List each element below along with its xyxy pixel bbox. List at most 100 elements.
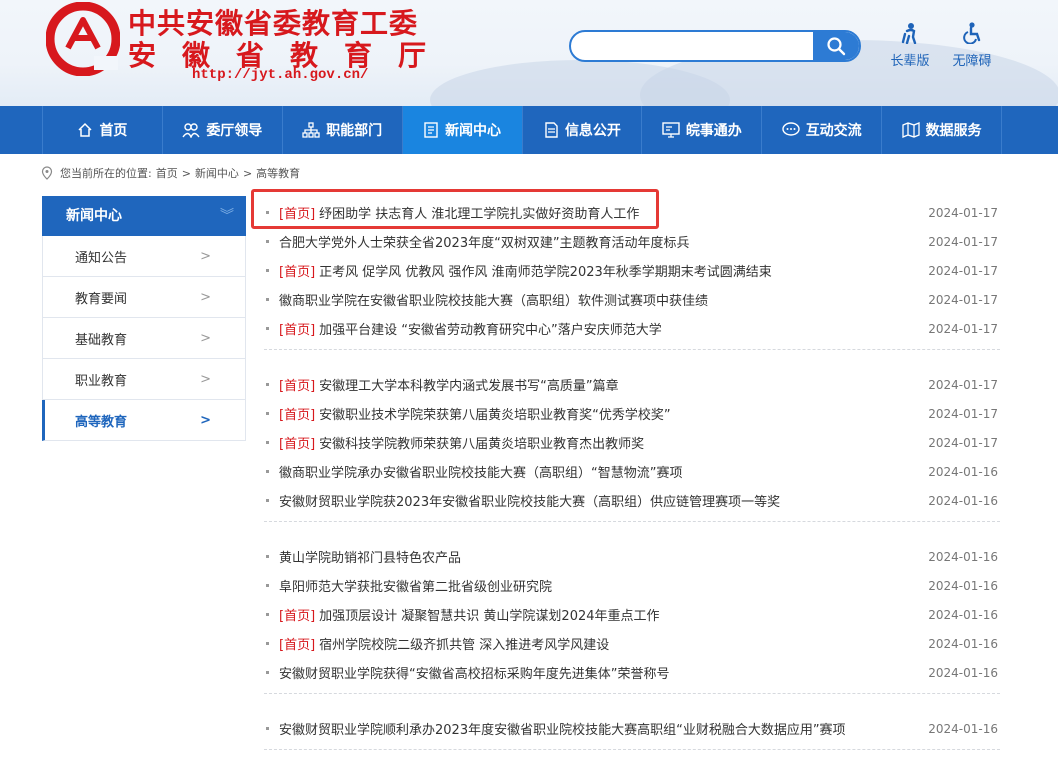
search-input[interactable] bbox=[579, 35, 807, 57]
nav-item-label: 互动交流 bbox=[805, 123, 862, 139]
leaders-icon bbox=[182, 123, 200, 138]
news-title-link[interactable]: 徽商职业学院承办安徽省职业院校技能大赛（高职组）“智慧物流”赛项 bbox=[279, 462, 682, 481]
news-tag: [首页] bbox=[279, 437, 316, 452]
nav-item-news[interactable]: 新闻中心 bbox=[402, 106, 523, 154]
nav-item-label: 数据服务 bbox=[925, 123, 982, 139]
news-row[interactable]: 安徽财贸职业学院获2023年安徽省职业院校技能大赛（高职组）供应链管理赛项一等奖… bbox=[264, 486, 1000, 515]
news-title-link[interactable]: 黄山学院助销祁门县特色农产品 bbox=[279, 547, 461, 566]
accessibility-button[interactable]: 无障碍 bbox=[947, 22, 997, 69]
news-title-link[interactable]: 阜阳师范大学获批安徽省第二批省级创业研究院 bbox=[279, 576, 552, 595]
news-date: 2024-01-16 bbox=[928, 721, 998, 736]
news-icon bbox=[424, 122, 438, 138]
home-icon bbox=[78, 122, 92, 137]
news-date: 2024-01-17 bbox=[928, 406, 998, 421]
news-row[interactable]: [首页] 安徽职业技术学院荣获第八届黄炎培职业教育奖“优秀学校奖” 2024-01-… bbox=[264, 399, 1000, 428]
org-chart-icon bbox=[302, 122, 320, 138]
news-title-link[interactable]: 安徽理工大学本科教学内涵式发展书写“高质量”篇章 bbox=[319, 375, 618, 394]
news-group: [首页] 纾困助学 扶志育人 淮北理工学院扎实做好资助育人工作 2024-01-17… bbox=[264, 198, 1000, 350]
sidebar-item-label: 职业教育 bbox=[75, 373, 128, 389]
news-title-link[interactable]: 安徽财贸职业学院顺利承办2023年度安徽省职业院校技能大赛高职组“业财税融合大数… bbox=[279, 719, 846, 738]
news-date: 2024-01-17 bbox=[928, 205, 998, 220]
breadcrumb-current[interactable]: 高等教育 bbox=[256, 165, 300, 181]
sidebar-item-higher-education[interactable]: 高等教育 > bbox=[42, 400, 246, 441]
news-row[interactable]: [首页] 纾困助学 扶志育人 淮北理工学院扎实做好资助育人工作 2024-01-17 bbox=[264, 198, 1000, 227]
nav-item-label: 首页 bbox=[99, 123, 128, 139]
news-date: 2024-01-16 bbox=[928, 607, 998, 622]
news-title-link[interactable]: 加强顶层设计 凝聚智慧共识 黄山学院谋划2024年重点工作 bbox=[319, 605, 659, 624]
nav-item-label: 皖事通办 bbox=[685, 123, 742, 139]
news-row[interactable]: 安徽财贸职业学院顺利承办2023年度安徽省职业院校技能大赛高职组“业财税融合大数… bbox=[264, 714, 1000, 743]
news-row[interactable]: [首页] 正考风 促学风 优教风 强作风 淮南师范学院2023年秋季学期期末考试圆… bbox=[264, 256, 1000, 285]
news-tag: [首页] bbox=[279, 265, 316, 280]
news-title-link[interactable]: 徽商职业学院在安徽省职业院校技能大赛（高职组）软件测试赛项中获佳绩 bbox=[279, 290, 708, 309]
news-row[interactable]: 徽商职业学院承办安徽省职业院校技能大赛（高职组）“智慧物流”赛项 2024-01-… bbox=[264, 457, 1000, 486]
news-row[interactable]: [首页] 安徽理工大学本科教学内涵式发展书写“高质量”篇章 2024-01-17 bbox=[264, 370, 1000, 399]
chevron-right-icon: > bbox=[200, 248, 211, 264]
elder-icon bbox=[901, 23, 917, 45]
news-date: 2024-01-17 bbox=[928, 377, 998, 392]
news-row[interactable]: 徽商职业学院在安徽省职业院校技能大赛（高职组）软件测试赛项中获佳绩 2024-01… bbox=[264, 285, 1000, 314]
bullet-icon bbox=[266, 240, 269, 243]
bullet-icon bbox=[266, 613, 269, 616]
sidebar-menu: 通知公告 > 教育要闻 > 基础教育 > 职业教育 > 高等教育 > bbox=[42, 236, 246, 441]
accessibility-label: 无障碍 bbox=[952, 54, 992, 69]
news-row[interactable]: [首页] 加强顶层设计 凝聚智慧共识 黄山学院谋划2024年重点工作 2024-01… bbox=[264, 600, 1000, 629]
bullet-icon bbox=[266, 555, 269, 558]
sidebar-item-basic-education[interactable]: 基础教育 > bbox=[42, 318, 246, 359]
news-title-link[interactable]: 纾困助学 扶志育人 淮北理工学院扎实做好资助育人工作 bbox=[319, 203, 639, 222]
breadcrumb-separator: > bbox=[181, 166, 191, 180]
map-icon bbox=[901, 122, 920, 138]
elder-mode-label: 长辈版 bbox=[890, 54, 930, 69]
elder-mode-button[interactable]: 长辈版 bbox=[885, 22, 935, 69]
nav-item-services[interactable]: 皖事通办 bbox=[642, 106, 763, 154]
news-title-link[interactable]: 正考风 促学风 优教风 强作风 淮南师范学院2023年秋季学期期末考试圆满结束 bbox=[319, 261, 772, 280]
double-chevron-icon: ︾ bbox=[220, 208, 234, 224]
news-tag: [首页] bbox=[279, 638, 316, 653]
news-title-link[interactable]: 加强平台建设 “安徽省劳动教育研究中心”落户安庆师范大学 bbox=[319, 319, 662, 338]
site-header: 中共安徽省委教育工委 安徽省教育厅 http://jyt.ah.gov.cn/ … bbox=[0, 0, 1058, 106]
news-date: 2024-01-16 bbox=[928, 464, 998, 479]
news-group: 黄山学院助销祁门县特色农产品 2024-01-16 阜阳师范大学获批安徽省第二批省级… bbox=[264, 542, 1000, 694]
bullet-icon bbox=[266, 470, 269, 473]
main-nav: 首页 委厅领导 职能部门 新闻中心 信息公开 皖事通办 互动交流 数据服务 bbox=[0, 106, 1058, 154]
chevron-right-icon: > bbox=[200, 412, 211, 428]
chevron-right-icon: > bbox=[200, 289, 211, 305]
logo-emblem-icon[interactable] bbox=[46, 2, 120, 76]
news-row[interactable]: [首页] 宿州学院校院二级齐抓共管 深入推进考风学风建设 2024-01-16 bbox=[264, 629, 1000, 658]
news-row[interactable]: 黄山学院助销祁门县特色农产品 2024-01-16 bbox=[264, 542, 1000, 571]
bullet-icon bbox=[266, 211, 269, 214]
news-date: 2024-01-17 bbox=[928, 234, 998, 249]
nav-item-data[interactable]: 数据服务 bbox=[882, 106, 1002, 154]
sidebar-item-vocational-education[interactable]: 职业教育 > bbox=[42, 359, 246, 400]
document-icon bbox=[545, 122, 558, 138]
nav-item-departments[interactable]: 职能部门 bbox=[283, 106, 403, 154]
news-list: [首页] 纾困助学 扶志育人 淮北理工学院扎实做好资助育人工作 2024-01-17… bbox=[264, 198, 1000, 770]
news-row[interactable]: 阜阳师范大学获批安徽省第二批省级创业研究院 2024-01-16 bbox=[264, 571, 1000, 600]
news-title-link[interactable]: 安徽职业技术学院荣获第八届黄炎培职业教育奖“优秀学校奖” bbox=[319, 404, 670, 423]
news-date: 2024-01-17 bbox=[928, 263, 998, 278]
news-row[interactable]: 安徽财贸职业学院获得“安徽省高校招标采购年度先进集体”荣誉称号 2024-01-1… bbox=[264, 658, 1000, 687]
news-title-link[interactable]: 合肥大学党外人士荣获全省2023年度“双树双建”主题教育活动年度标兵 bbox=[279, 232, 690, 251]
bullet-icon bbox=[266, 412, 269, 415]
nav-item-home[interactable]: 首页 bbox=[43, 106, 163, 154]
breadcrumb-news[interactable]: 新闻中心 bbox=[195, 165, 239, 181]
nav-item-leaders[interactable]: 委厅领导 bbox=[163, 106, 283, 154]
breadcrumb-prefix: 您当前所在的位置: bbox=[60, 167, 152, 180]
news-title-link[interactable]: 安徽财贸职业学院获2023年安徽省职业院校技能大赛（高职组）供应链管理赛项一等奖 bbox=[279, 491, 780, 510]
sidebar-item-label: 高等教育 bbox=[75, 414, 128, 430]
search-button[interactable] bbox=[813, 32, 859, 60]
news-row[interactable]: 合肥大学党外人士荣获全省2023年度“双树双建”主题教育活动年度标兵 2024-0… bbox=[264, 227, 1000, 256]
news-row[interactable]: [首页] 安徽科技学院教师荣获第八届黄炎培职业教育杰出教师奖 2024-01-17 bbox=[264, 428, 1000, 457]
nav-item-info[interactable]: 信息公开 bbox=[523, 106, 643, 154]
nav-item-interaction[interactable]: 互动交流 bbox=[762, 106, 883, 154]
news-title-link[interactable]: 宿州学院校院二级齐抓共管 深入推进考风学风建设 bbox=[319, 634, 609, 653]
nav-item-label: 新闻中心 bbox=[445, 123, 502, 139]
bullet-icon bbox=[266, 298, 269, 301]
news-title-link[interactable]: 安徽财贸职业学院获得“安徽省高校招标采购年度先进集体”荣誉称号 bbox=[279, 663, 669, 682]
sidebar-item-notices[interactable]: 通知公告 > bbox=[42, 236, 246, 277]
news-row[interactable]: [首页] 加强平台建设 “安徽省劳动教育研究中心”落户安庆师范大学 2024-01-… bbox=[264, 314, 1000, 343]
sidebar-item-headlines[interactable]: 教育要闻 > bbox=[42, 277, 246, 318]
breadcrumb-home[interactable]: 首页 bbox=[156, 165, 178, 181]
news-title-link[interactable]: 安徽科技学院教师荣获第八届黄炎培职业教育杰出教师奖 bbox=[319, 433, 644, 452]
bullet-icon bbox=[266, 441, 269, 444]
